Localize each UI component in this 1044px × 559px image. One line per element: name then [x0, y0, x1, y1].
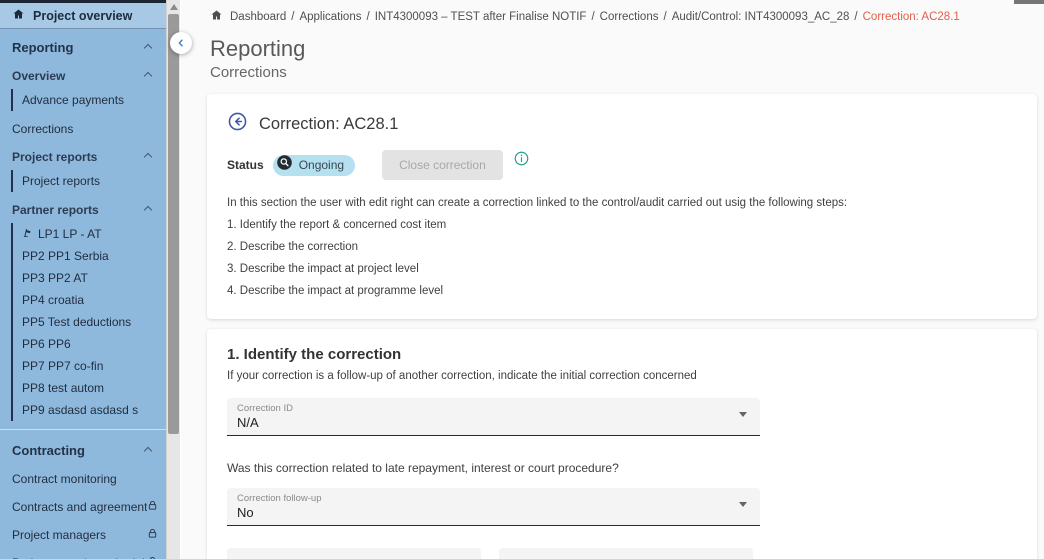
- status-value: Ongoing: [299, 158, 344, 172]
- back-arrow-circle-icon[interactable]: [227, 111, 248, 137]
- late-repayment-to-input[interactable]: Late repayment/To: [499, 548, 753, 559]
- lock-icon: [147, 500, 158, 514]
- chevron-down-icon: [739, 502, 747, 507]
- chevron-up-icon: [144, 72, 152, 80]
- sidebar-item-project-reports[interactable]: Project reports: [13, 170, 166, 192]
- sidebar-item-project-overview[interactable]: Project overview: [0, 3, 166, 29]
- sidebar-item-contracts-agreements[interactable]: Contracts and agreements: [0, 493, 166, 521]
- sidebar-item-pp6[interactable]: PP6 PP6: [13, 333, 166, 355]
- home-icon[interactable]: [210, 9, 223, 24]
- scrollbar-thumb[interactable]: [168, 14, 179, 434]
- correction-follow-up-select[interactable]: Correction follow-up No: [227, 488, 760, 526]
- correction-step: 2. Describe the correction: [227, 241, 1017, 253]
- main-content: Dashboard / Applications / INT4300093 – …: [181, 0, 1044, 559]
- chevron-up-icon: [144, 446, 152, 454]
- home-icon: [12, 8, 25, 23]
- correction-step: 3. Describe the impact at project level: [227, 263, 1017, 275]
- sidebar-item-project-reporting-schedule[interactable]: Project reporting schedule: [0, 549, 166, 559]
- sidebar-item-pp7[interactable]: PP7 PP7 co-fin: [13, 355, 166, 377]
- correction-intro-text: In this section the user with edit right…: [227, 197, 1017, 209]
- follow-up-question: Was this correction related to late repa…: [227, 461, 1017, 475]
- chevron-up-icon: [144, 43, 152, 51]
- correction-step: 1. Identify the report & concerned cost …: [227, 219, 1017, 231]
- correction-follow-up-label: Correction follow-up: [237, 493, 730, 504]
- info-icon[interactable]: [514, 151, 529, 171]
- sidebar-item-pp2[interactable]: PP2 PP1 Serbia: [13, 245, 166, 267]
- scrollbar-up-arrow-icon[interactable]: [170, 4, 178, 10]
- sidebar-item-pp3[interactable]: PP3 PP2 AT: [13, 267, 166, 289]
- partner-reports-group: LP1 LP - AT PP2 PP1 Serbia PP3 PP2 AT PP…: [11, 223, 166, 421]
- sidebar-item-lp1[interactable]: LP1 LP - AT: [13, 223, 166, 245]
- identify-correction-card: 1. Identify the correction If your corre…: [207, 329, 1037, 559]
- identify-section-title: 1. Identify the correction: [227, 346, 1017, 363]
- sidebar-item-pp4[interactable]: PP4 croatia: [13, 289, 166, 311]
- sidebar-item-corrections[interactable]: Corrections: [0, 113, 166, 141]
- sidebar-header-label: Project overview: [33, 9, 132, 23]
- sidebar-item-contract-monitoring[interactable]: Contract monitoring: [0, 463, 166, 493]
- identify-section-subtitle: If your correction is a follow-up of ano…: [227, 370, 1017, 382]
- status-label: Status: [227, 158, 264, 172]
- lead-partner-flag-icon: [22, 227, 33, 241]
- correction-id-select[interactable]: Correction ID N/A: [227, 398, 760, 436]
- breadcrumb-dashboard[interactable]: Dashboard: [230, 11, 286, 23]
- correction-title: Correction: AC28.1: [259, 115, 398, 134]
- breadcrumb-corrections[interactable]: Corrections: [600, 11, 659, 23]
- project-reports-group: Project reports: [11, 170, 166, 192]
- breadcrumb-audit-control[interactable]: Audit/Control: INT4300093_AC_28: [672, 11, 850, 23]
- correction-status-card: Correction: AC28.1 Status Ongoing Close …: [207, 94, 1037, 319]
- chevron-up-icon: [144, 206, 152, 214]
- close-correction-button[interactable]: Close correction: [382, 150, 503, 180]
- repayment-date-from-input[interactable]: Repayment date/From: [227, 548, 481, 559]
- window-edge: [1014, 0, 1044, 4]
- status-badge: Ongoing: [273, 155, 355, 176]
- chevron-up-icon: [144, 153, 152, 161]
- breadcrumb: Dashboard / Applications / INT4300093 – …: [181, 0, 1044, 24]
- sidebar-item-pp8[interactable]: PP8 test autom: [13, 377, 166, 399]
- sidebar-section-contracting[interactable]: Contracting: [0, 432, 166, 463]
- sidebar-subsection-partner-reports[interactable]: Partner reports: [0, 194, 166, 221]
- sidebar-divider: [0, 429, 166, 430]
- ongoing-audit-icon: [276, 154, 293, 176]
- page-subtitle: Corrections: [210, 64, 1044, 81]
- breadcrumb-current: Correction: AC28.1: [863, 11, 960, 23]
- correction-id-value: N/A: [237, 415, 730, 430]
- sidebar-item-pp9[interactable]: PP9 asdasd asdasd s: [13, 399, 166, 421]
- lock-icon: [147, 528, 158, 542]
- sidebar-item-advance-payments[interactable]: Advance payments: [13, 89, 166, 111]
- sidebar-subsection-overview[interactable]: Overview: [0, 60, 166, 87]
- sidebar-scrollbar[interactable]: [166, 0, 180, 559]
- sidebar-section-reporting[interactable]: Reporting: [0, 29, 166, 60]
- sidebar-item-project-managers[interactable]: Project managers: [0, 521, 166, 549]
- sidebar: Project overview Reporting Overview Adva…: [0, 0, 166, 559]
- page-title: Reporting: [210, 36, 1044, 62]
- chevron-down-icon: [739, 412, 747, 417]
- correction-step: 4. Describe the impact at programme leve…: [227, 285, 1017, 297]
- chevron-left-icon: [176, 38, 186, 48]
- overview-group: Advance payments: [11, 89, 166, 111]
- breadcrumb-applications[interactable]: Applications: [299, 11, 361, 23]
- correction-follow-up-value: No: [237, 505, 730, 520]
- sidebar-subsection-project-reports[interactable]: Project reports: [0, 141, 166, 168]
- sidebar-item-pp5[interactable]: PP5 Test deductions: [13, 311, 166, 333]
- sidebar-collapse-button[interactable]: [170, 32, 192, 54]
- correction-id-label: Correction ID: [237, 403, 730, 414]
- breadcrumb-project[interactable]: INT4300093 – TEST after Finalise NOTIF: [375, 11, 587, 23]
